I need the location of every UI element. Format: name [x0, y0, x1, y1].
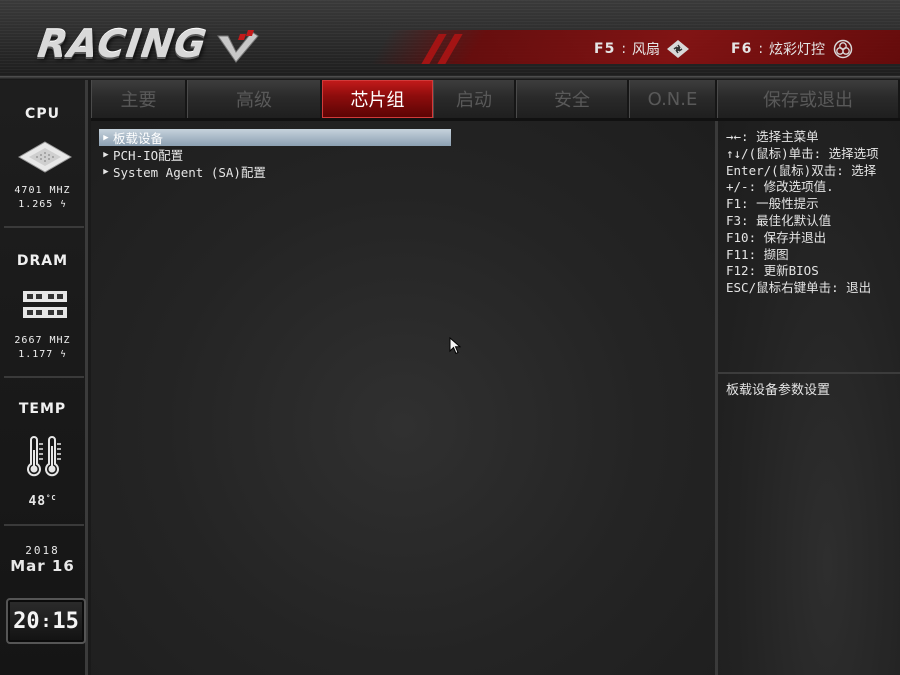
cpu-title: CPU [25, 106, 60, 122]
dram-voltage: 1.177 [18, 349, 54, 360]
help-line: ↑↓/(鼠标)单击: 选择选项 [726, 145, 879, 161]
submenu-arrow-icon: ▶ [103, 166, 109, 177]
help-line: F10: 保存并退出 [726, 229, 827, 245]
voltage-bolt-icon: ϟ [60, 350, 67, 360]
tab-main[interactable]: 主要 [91, 80, 187, 118]
tab-boot[interactable]: 启动 [433, 80, 516, 118]
rgb-light-icon [833, 39, 853, 59]
hotkey-label: 风扇 [632, 42, 661, 58]
tab-security[interactable]: 安全 [516, 80, 629, 118]
submenu-arrow-icon: ▶ [103, 132, 109, 143]
help-line: F1: 一般性提示 [726, 196, 819, 212]
date-section: 2018 Mar 16 [0, 544, 85, 575]
cpu-section: CPU [0, 106, 85, 122]
help-panel: →←: 选择主菜单 ↑↓/(鼠标)单击: 选择选项 Enter/(鼠标)双击: … [715, 121, 900, 675]
racing-logo-mark-icon [217, 30, 259, 63]
hardware-monitor-sidebar: CPU 4701 MHZ 1.265 ϟ DRAM 2667 MHZ 1.177… [0, 80, 88, 675]
help-divider [718, 372, 900, 374]
date-month-day: Mar 16 [10, 557, 75, 575]
help-line: F11: 撷图 [726, 246, 789, 262]
dram-readout: 2667 MHZ 1.177 ϟ [0, 334, 85, 362]
f6-rgb-hotkey[interactable]: F6 : 炫彩灯控 [731, 38, 855, 60]
menu-item-system-agent[interactable]: ▶ System Agent (SA)配置 [99, 163, 451, 180]
ram-module-icon [23, 291, 67, 318]
tab-one[interactable]: O.N.E [629, 80, 717, 118]
submenu-arrow-icon: ▶ [103, 149, 109, 160]
racing-logo: RACING [35, 22, 210, 66]
cpu-readout: 4701 MHZ 1.265 ϟ [0, 184, 85, 212]
hotkey-key: F5 [594, 41, 616, 57]
bios-header: RACING F5 : 风扇 F6 : 炫彩灯控 [0, 0, 900, 80]
sidebar-divider [4, 524, 84, 526]
main-tab-bar: 主要 高级 芯片组 启动 安全 O.N.E 保存或退出 [91, 80, 900, 118]
help-line: +/-: 修改选项值. [726, 179, 834, 195]
item-description: 板载设备参数设置 [726, 383, 831, 398]
cpu-chip-icon [17, 141, 73, 173]
settings-panel: ▶ 板载设备 ▶ PCH-IO配置 ▶ System Agent (SA)配置 [91, 121, 715, 675]
tab-chipset[interactable]: 芯片组 [322, 80, 433, 118]
thermometer-icon [27, 436, 61, 477]
menu-item-label: System Agent (SA)配置 [113, 165, 266, 180]
cpu-voltage-row: 1.265 ϟ [0, 198, 85, 212]
cpu-frequency: 4701 MHZ [14, 185, 71, 196]
dram-voltage-row: 1.177 ϟ [0, 348, 85, 362]
hotkey-key: F6 [731, 41, 753, 57]
voltage-bolt-icon: ϟ [60, 200, 67, 210]
cpu-voltage: 1.265 [18, 199, 54, 210]
help-line: ESC/鼠标右键单击: 退出 [726, 280, 872, 296]
key-help-list: →←: 选择主菜单 ↑↓/(鼠标)单击: 选择选项 Enter/(鼠标)双击: … [726, 129, 900, 297]
hotkey-sep: : [621, 41, 627, 57]
help-line: F12: 更新BIOS [726, 263, 819, 279]
temp-readout: 48°C [0, 494, 85, 509]
hotkey-label: 炫彩灯控 [769, 42, 826, 58]
clock-minutes: 15 [52, 608, 79, 634]
clock-display: 20:15 [6, 598, 86, 644]
clock-hours: 20 [13, 608, 40, 634]
clock-colon: : [40, 610, 52, 632]
temp-section: TEMP [0, 401, 85, 417]
temp-value: 48 [28, 494, 47, 509]
sidebar-divider [4, 226, 84, 228]
temp-unit: °C [46, 494, 57, 502]
dram-title: DRAM [16, 253, 69, 269]
help-line: F3: 最佳化默认值 [726, 212, 832, 228]
date-year: 2018 [25, 544, 60, 557]
f5-fan-hotkey[interactable]: F5 : 风扇 [594, 38, 690, 60]
sidebar-divider [4, 376, 84, 378]
temp-title: TEMP [18, 401, 67, 417]
hotkey-sep: : [758, 41, 764, 57]
tab-save-exit[interactable]: 保存或退出 [717, 80, 900, 118]
mouse-pointer-icon [449, 337, 461, 355]
dram-frequency: 2667 MHZ [14, 335, 71, 346]
menu-item-onboard-devices[interactable]: ▶ 板载设备 [99, 129, 451, 146]
menu-item-pch-io[interactable]: ▶ PCH-IO配置 [99, 146, 451, 163]
dram-section: DRAM [0, 253, 85, 269]
tab-advanced[interactable]: 高级 [187, 80, 322, 118]
help-line: Enter/(鼠标)双击: 选择 [726, 162, 877, 178]
help-line: →←: 选择主菜单 [726, 129, 819, 144]
fan-icon [667, 40, 690, 58]
